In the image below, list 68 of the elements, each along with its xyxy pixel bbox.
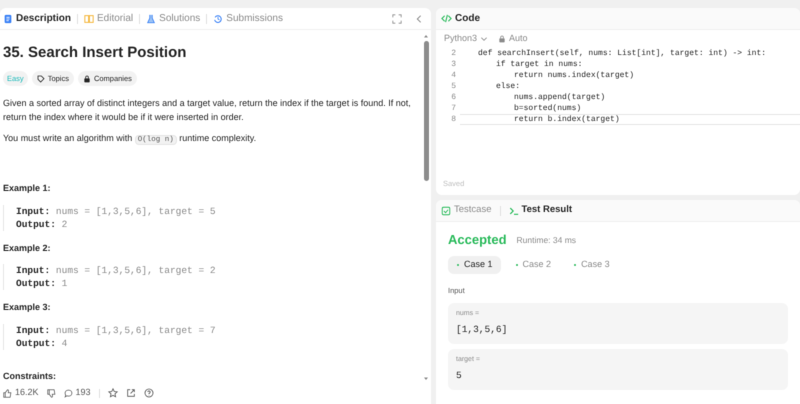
runtime-text: Runtime: 34 ms [516,234,576,247]
dislike-button[interactable] [46,388,56,398]
history-icon [213,14,224,24]
code-line: nums.append(target) [514,92,606,104]
example-heading: Example 2: [3,242,52,255]
example-block: Input: nums = [1,3,5,6], target = 2 Output: 1 [3,264,415,290]
terminal-icon [508,206,518,216]
description-paragraph: Given a sorted array of distinct integers and a target value, return the index if the target is found. If not, return the index where it would be if it were inserted in order. [3,97,412,124]
verdict-text: Accepted [448,232,507,248]
code-line: return b.index(target) [514,114,620,126]
code-line: return nums.index(target) [514,70,634,82]
comments-button[interactable]: 193 [64,386,91,400]
case-tab[interactable]: Case 2 [506,256,560,274]
example-block: Input: nums = [1,3,5,6], target = 7 Output: 4 [3,324,415,350]
line-number: 7 [450,102,457,114]
parameter-value: [1,3,5,6] [456,322,508,337]
language-dropdown[interactable]: Python3 [444,32,488,46]
tag-icon [36,74,45,83]
code-line: b=sorted(nums) [514,102,582,114]
line-number: 6 [450,92,457,104]
help-icon [144,388,154,398]
panel-tab[interactable]: Editorial [84,11,134,26]
star-button[interactable] [108,388,118,398]
panel-tab[interactable]: Testcase [441,203,492,218]
example-heading: Example 1: [3,182,52,196]
line-number: 2 [450,48,457,60]
panel-tab[interactable]: Description [3,11,72,26]
dot-icon [456,263,460,267]
example-block: Input: nums = [1,3,5,6], target = 5 Output: 2 [3,204,415,231]
book-icon [84,14,94,24]
code-line: if target in nums: [496,58,582,70]
star-icon [108,388,118,398]
share-button[interactable] [126,388,136,398]
thumbs-down-icon [46,388,56,398]
like-button[interactable]: 16.2K [3,386,39,400]
collapse-icon [414,14,424,24]
constraints-heading: Constraints: [3,370,58,382]
line-number: 4 [450,70,457,82]
panel-title: Code [455,12,480,26]
example-heading: Example 3: [3,301,52,314]
case-tab[interactable]: Case 3 [565,256,618,274]
panel-tab[interactable]: Submissions [213,11,283,26]
panel-tab[interactable]: Solutions [146,11,200,26]
parameter-value: 5 [456,368,462,382]
code-line: else: [496,80,520,92]
auto-mode-button[interactable]: Auto [498,32,528,46]
panel-tab[interactable]: Test Result [508,203,572,218]
flask-icon [146,14,156,24]
line-number: 8 [450,114,457,126]
comment-icon [64,388,73,398]
scrollbar-thumb[interactable] [424,41,428,181]
checkbox-icon [441,206,451,216]
expand-icon [392,14,402,24]
line-number: 3 [450,58,457,70]
code-line: def searchInsert(self, nums: List[int], target: int) -> int: [478,48,766,60]
thumbs-up-icon [3,388,12,398]
line-number: 5 [450,80,457,92]
doc-icon [3,14,13,24]
lock-icon [498,35,506,43]
share-icon [126,388,136,398]
code-icon [441,13,452,24]
help-button[interactable] [144,388,154,398]
lock-icon [82,74,91,83]
chevron-down-icon [480,35,488,43]
scroll-down-icon [423,376,429,382]
case-tab[interactable]: Case 1 [448,256,501,274]
scroll-up-icon [423,33,429,39]
problem-title: 35. Search Insert Position [3,43,188,63]
